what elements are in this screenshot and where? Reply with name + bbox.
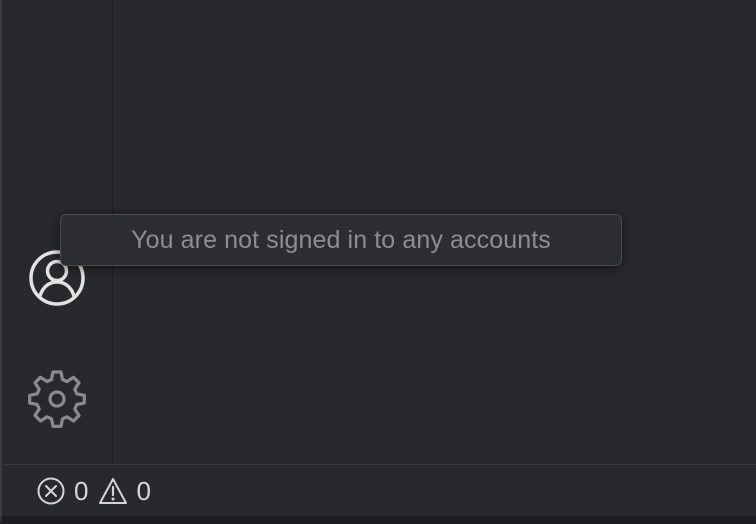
manage-button[interactable]: [26, 367, 88, 429]
warning-triangle-icon: [99, 478, 128, 504]
accounts-tooltip: You are not signed in to any accounts: [60, 214, 622, 266]
app-window: You are not signed in to any accounts 0 …: [0, 0, 756, 524]
warning-count: 0: [136, 476, 151, 506]
error-count: 0: [74, 476, 89, 506]
problems-status-item[interactable]: 0 0: [36, 476, 161, 506]
tooltip-text: You are not signed in to any accounts: [131, 225, 551, 254]
status-bar: 0 0: [2, 464, 756, 516]
error-circle-icon: [37, 477, 65, 505]
gear-icon: [28, 370, 86, 428]
